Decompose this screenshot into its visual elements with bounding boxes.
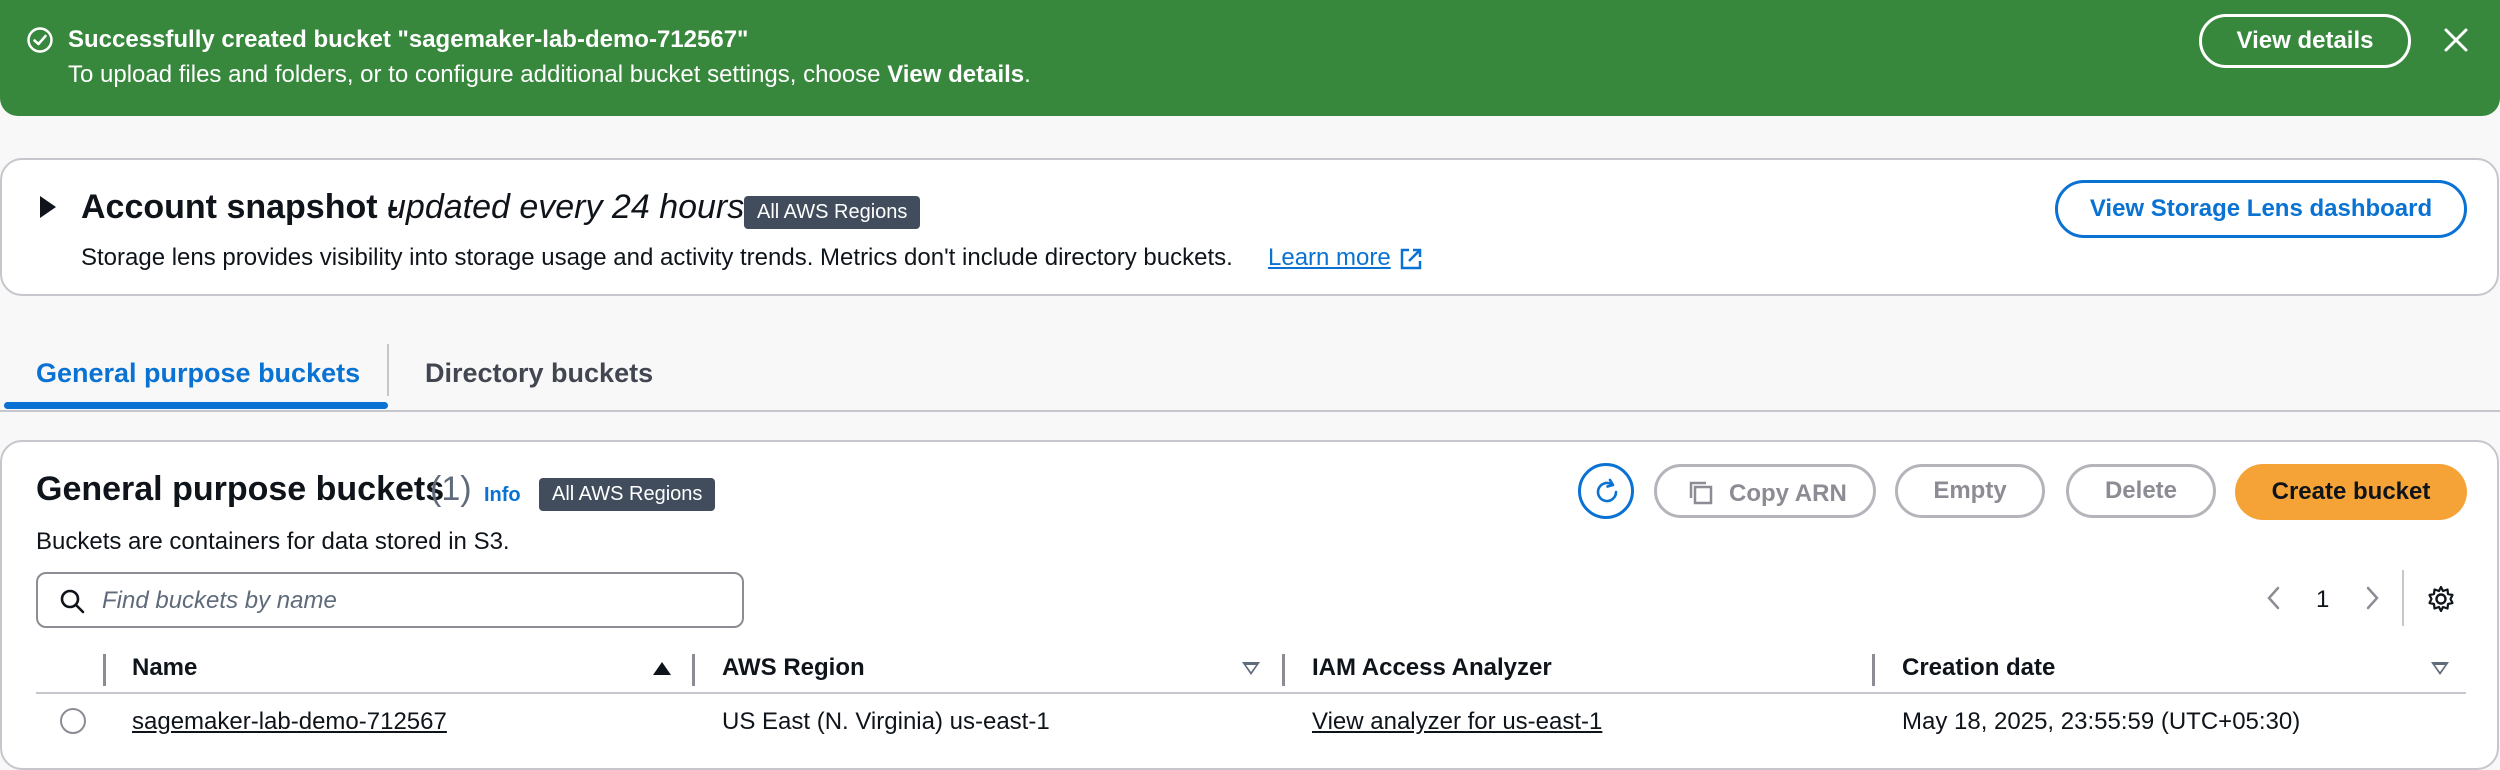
refresh-icon <box>1596 478 1618 503</box>
expand-caret-icon[interactable] <box>40 196 56 218</box>
create-bucket-button[interactable]: Create bucket <box>2235 464 2467 520</box>
copy-icon <box>1689 481 1713 505</box>
column-divider[interactable] <box>1872 654 1875 686</box>
tab-general-purpose[interactable]: General purpose buckets <box>36 358 360 389</box>
view-details-button[interactable]: View details <box>2199 14 2411 68</box>
copy-arn-label: Copy ARN <box>1729 480 1847 507</box>
bucket-tabs: General purpose buckets Directory bucket… <box>0 340 2500 412</box>
snapshot-heading[interactable]: Account snapshot - <box>81 188 398 227</box>
account-snapshot-panel: Account snapshot - updated every 24 hour… <box>0 158 2499 296</box>
search-input[interactable] <box>100 584 724 618</box>
refresh-button[interactable] <box>1578 463 1634 519</box>
flash-message: To upload files and folders, or to confi… <box>68 61 1031 89</box>
flash-title: Successfully created bucket "sagemaker-l… <box>68 26 749 53</box>
info-link[interactable]: Info <box>484 484 521 507</box>
success-check-icon <box>27 27 53 53</box>
chevron-left-icon[interactable] <box>2264 584 2284 612</box>
column-divider[interactable] <box>1282 654 1285 686</box>
column-divider[interactable] <box>692 654 695 686</box>
panel-title: General purpose buckets <box>36 470 445 508</box>
column-header-analyzer: IAM Access Analyzer <box>1312 654 1552 681</box>
empty-button[interactable]: Empty <box>1895 464 2045 518</box>
column-divider <box>103 654 106 686</box>
table-header: Name AWS Region IAM Access Analyzer Crea… <box>2 644 2500 694</box>
column-header-name[interactable]: Name <box>132 654 197 682</box>
learn-more-link[interactable]: Learn more <box>1268 244 1391 272</box>
regions-badge: All AWS Regions <box>744 196 921 229</box>
sort-icon[interactable] <box>1242 662 1260 675</box>
view-analyzer-link[interactable]: View analyzer for us-east-1 <box>1312 708 1602 736</box>
search-icon <box>60 589 85 614</box>
bucket-region: US East (N. Virginia) us-east-1 <box>722 708 1050 735</box>
header-rule <box>36 692 2466 694</box>
tab-directory[interactable]: Directory buckets <box>425 358 653 389</box>
sort-ascending-icon[interactable] <box>653 662 671 675</box>
table-row: sagemaker-lab-demo-712567 US East (N. Vi… <box>2 696 2500 752</box>
delete-button[interactable]: Delete <box>2066 464 2216 518</box>
bucket-creation-date: May 18, 2025, 23:55:59 (UTC+05:30) <box>1902 708 2301 735</box>
flash-message-text: To upload files and folders, or to confi… <box>68 61 888 88</box>
bucket-name-link[interactable]: sagemaker-lab-demo-712567 <box>132 708 447 736</box>
close-icon[interactable] <box>2440 24 2472 56</box>
pager-separator <box>2402 570 2404 626</box>
external-link-icon[interactable] <box>1398 246 1424 272</box>
success-flash-banner: Successfully created bucket "sagemaker-l… <box>0 0 2500 116</box>
snapshot-heading-sub: updated every 24 hours <box>387 188 745 226</box>
sort-icon[interactable] <box>2431 662 2449 675</box>
copy-arn-button[interactable]: Copy ARN <box>1654 464 1876 518</box>
column-header-region[interactable]: AWS Region <box>722 654 865 682</box>
row-radio[interactable] <box>60 708 86 734</box>
flash-message-suffix: . <box>1024 61 1031 88</box>
panel-description: Buckets are containers for data stored i… <box>36 528 510 555</box>
bucket-count: (1) <box>430 470 472 508</box>
view-storage-lens-button[interactable]: View Storage Lens dashboard <box>2055 180 2467 238</box>
panel-regions-badge: All AWS Regions <box>539 478 716 511</box>
buckets-panel: General purpose buckets (1) Info All AWS… <box>0 440 2499 770</box>
snapshot-description: Storage lens provides visibility into st… <box>81 244 1233 271</box>
active-tab-indicator <box>4 402 388 409</box>
gear-icon[interactable] <box>2426 584 2456 614</box>
tab-separator <box>387 344 389 396</box>
column-header-creation-date[interactable]: Creation date <box>1902 654 2055 682</box>
search-box <box>36 572 744 628</box>
flash-message-bold: View details <box>887 61 1025 88</box>
tab-rule <box>0 410 2500 412</box>
chevron-right-icon[interactable] <box>2362 584 2382 612</box>
page-number[interactable]: 1 <box>2316 586 2329 614</box>
